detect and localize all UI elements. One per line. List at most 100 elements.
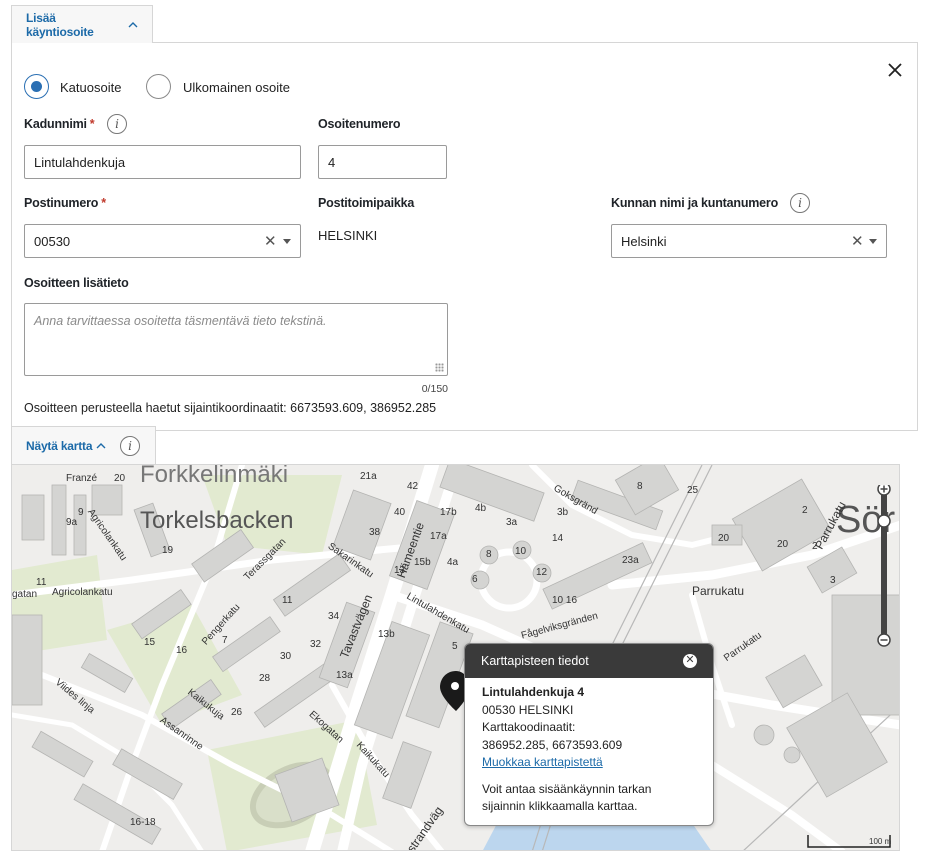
edit-map-point-link[interactable]: Muokkaa karttapistettä xyxy=(482,755,603,769)
map-label: 11 xyxy=(282,595,293,606)
map-label: gatan xyxy=(12,589,38,600)
map-label: 3 xyxy=(830,575,836,586)
postal-code-label-text: Postinumero xyxy=(24,196,99,210)
address-number-value: 4 xyxy=(328,154,336,170)
map-label: 9 xyxy=(78,507,84,518)
map-label: 15 xyxy=(144,637,156,648)
close-icon[interactable] xyxy=(884,59,906,81)
map-label: 6 xyxy=(472,574,478,585)
map-label: 20 xyxy=(718,533,730,544)
map-label: 16 xyxy=(176,645,188,656)
map-label: 13 xyxy=(394,565,406,576)
map-label: 38 xyxy=(369,527,381,538)
municipality-select[interactable]: Helsinki xyxy=(611,224,887,258)
municipality-label: Kunnan nimi ja kuntanumero xyxy=(611,196,779,210)
required-mark: * xyxy=(101,196,106,210)
chevron-up-icon xyxy=(128,19,138,31)
address-number-label: Osoitenumero xyxy=(318,117,401,131)
scale-label: 100 m xyxy=(869,837,892,846)
address-extra-placeholder: Anna tarvittaessa osoitetta täsmentävä t… xyxy=(34,314,327,328)
post-office-label: Postitoimipaikka xyxy=(318,196,415,210)
map-label: 28 xyxy=(259,673,271,684)
postal-code-value: 00530 xyxy=(34,233,71,249)
street-name-input[interactable]: Lintulahdenkuja xyxy=(24,145,301,179)
map-label: 3b xyxy=(557,507,569,518)
map-label: 2 xyxy=(812,541,818,552)
address-number-input[interactable]: 4 xyxy=(318,145,447,179)
map-label: Agricolankatu xyxy=(52,587,113,598)
map-label: 12 xyxy=(536,567,548,578)
map-label: 10 xyxy=(515,546,527,557)
popup-address-line2: 00530 HELSINKI xyxy=(482,702,574,717)
map-label: 13b xyxy=(378,629,395,640)
show-map-tab-label: Näytä kartta xyxy=(26,439,93,453)
map-label: 7 xyxy=(222,635,228,646)
map-label: 4b xyxy=(475,503,487,514)
map-label: 32 xyxy=(310,639,322,650)
map-label: Torkelsbacken xyxy=(140,507,294,534)
map-view[interactable]: Forkkelinmäki Torkelsbacken Sör Parrukat… xyxy=(11,464,900,851)
required-mark: * xyxy=(89,117,95,131)
info-icon[interactable]: i xyxy=(107,114,127,134)
info-icon[interactable]: i xyxy=(120,436,140,456)
map-label: 16-18 xyxy=(130,817,156,828)
map-label: 9a xyxy=(66,517,78,528)
map-label: 17a xyxy=(430,531,447,542)
street-name-label: Kadunnimi * xyxy=(24,117,95,131)
map-point-popup: Karttapisteen tiedot ✕ Lintulahdenkuja 4… xyxy=(464,643,714,826)
postal-code-label: Postinumero * xyxy=(24,196,106,210)
map-label: 15b xyxy=(414,557,431,568)
chevron-up-icon xyxy=(96,440,106,452)
map-label: 8 xyxy=(486,549,492,560)
popup-address-line1: Lintulahdenkuja 4 xyxy=(482,685,585,699)
caret-down-icon[interactable] xyxy=(869,239,877,244)
address-extra-textarea[interactable]: Anna tarvittaessa osoitetta täsmentävä t… xyxy=(24,303,448,376)
map-label: Forkkelinmäki xyxy=(140,464,289,488)
zoom-in-icon xyxy=(877,482,891,496)
map-label: 17b xyxy=(440,507,457,518)
zoom-control[interactable] xyxy=(870,482,898,650)
popup-coords-value: 386952.285, 6673593.609 xyxy=(482,737,623,752)
map-label: 5 xyxy=(452,641,458,652)
map-label: 2 xyxy=(802,505,808,516)
clear-icon[interactable]: ✕ xyxy=(851,232,864,250)
map-label: 21a xyxy=(360,471,377,482)
foreign-address-radio[interactable] xyxy=(146,74,171,99)
popup-body: Lintulahdenkuja 4 00530 HELSINKI Karttak… xyxy=(465,678,713,816)
address-extra-label: Osoitteen lisätieto xyxy=(24,276,129,290)
zoom-handle xyxy=(877,514,891,528)
map-label: 20 xyxy=(777,539,789,550)
map-label: 10 16 xyxy=(552,595,578,606)
resize-grip-icon[interactable] xyxy=(435,363,444,372)
map-label: 26 xyxy=(231,707,243,718)
street-address-radio[interactable] xyxy=(24,74,49,99)
map-label: 4a xyxy=(447,557,459,568)
map-label: Franzé xyxy=(66,473,98,484)
add-address-tab-label: Lisää käyntiosoite xyxy=(26,10,94,39)
map-label: 14 xyxy=(552,533,564,544)
postal-code-select[interactable]: 00530 xyxy=(24,224,301,258)
clear-icon[interactable]: ✕ xyxy=(264,232,277,250)
close-icon[interactable]: ✕ xyxy=(683,654,697,668)
info-icon[interactable]: i xyxy=(790,193,810,213)
popup-note: Voit antaa sisäänkäynnin tarkan sijainni… xyxy=(482,781,652,814)
popup-coords-label: Karttakoodinaatit: xyxy=(482,720,576,734)
zoom-out-icon xyxy=(877,633,891,647)
map-label: 13a xyxy=(336,670,353,681)
add-address-tab[interactable]: Lisää käyntiosoite xyxy=(11,5,153,43)
map-label: 20 xyxy=(114,473,126,484)
street-name-label-text: Kadunnimi xyxy=(24,117,87,131)
map-label: Parrukatu xyxy=(692,584,745,598)
popup-header: Karttapisteen tiedot ✕ xyxy=(465,644,713,678)
map-label: 25 xyxy=(687,485,699,496)
map-label: 19 xyxy=(162,545,174,556)
map-label: 3a xyxy=(506,517,518,528)
map-label: 30 xyxy=(280,651,292,662)
map-label: 42 xyxy=(407,481,419,492)
map-label: 8 xyxy=(637,481,643,492)
map-label: 23a xyxy=(622,555,639,566)
post-office-value: HELSINKI xyxy=(318,228,378,243)
map-label: 11 xyxy=(36,577,47,588)
caret-down-icon[interactable] xyxy=(283,239,291,244)
municipality-value: Helsinki xyxy=(621,233,667,249)
